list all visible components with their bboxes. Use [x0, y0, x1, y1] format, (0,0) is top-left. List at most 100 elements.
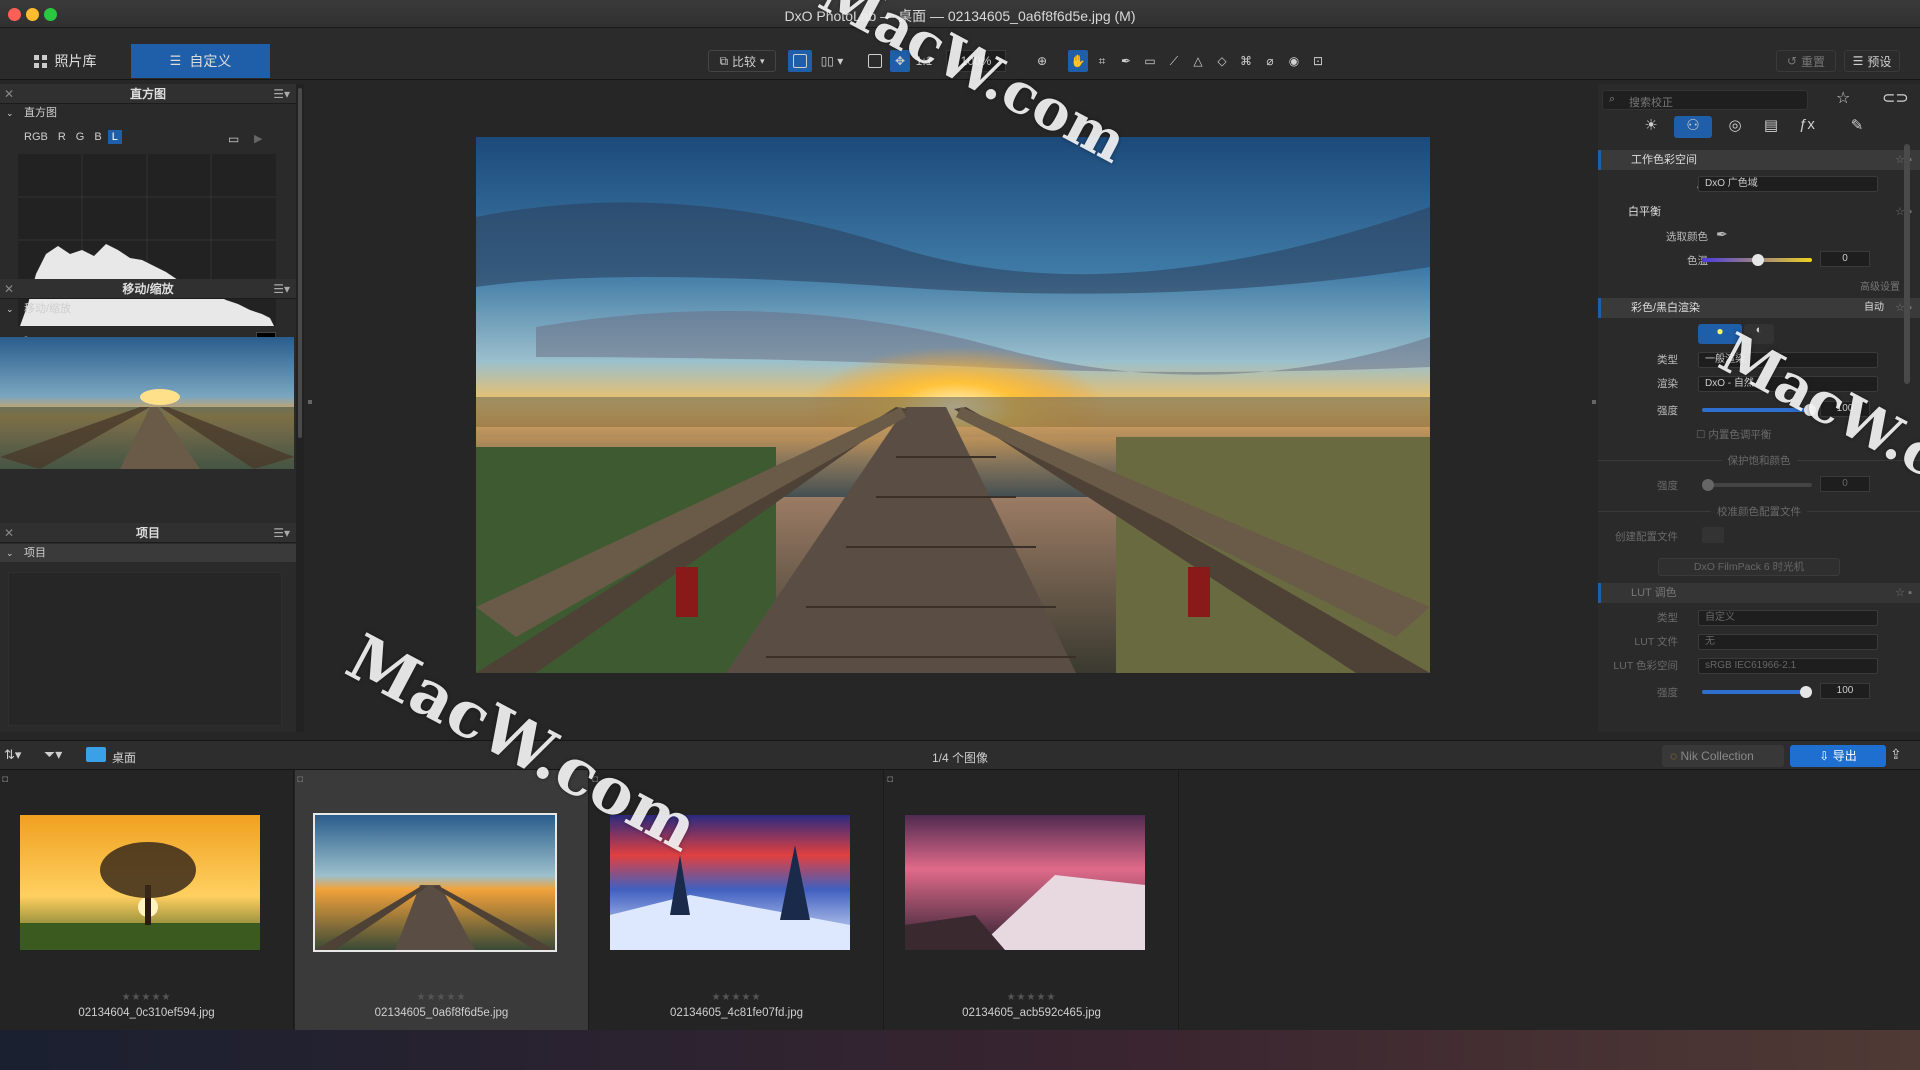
navigator-thumbnail[interactable] [0, 337, 294, 469]
hand-tool-button[interactable]: ✋ [1068, 50, 1088, 72]
tab-customize-label: 自定义 [189, 53, 232, 69]
split-view-icon: ▯▯ ▾ [820, 54, 844, 68]
perspective-tool-button[interactable]: ⟋ [1164, 50, 1184, 72]
share-icon[interactable]: ⇪ [1890, 746, 1902, 763]
channel-b-button[interactable]: B [90, 130, 105, 144]
tint-input[interactable]: 0 [1820, 251, 1870, 267]
panel-menu-icon[interactable]: ☰▾ [273, 279, 290, 299]
color-rendering-header[interactable]: 彩色/黑白渲染 自动 ☆ ▪ [1598, 298, 1920, 318]
histogram-panel-header: ✕ 直方图 ☰▾ [0, 84, 296, 104]
white-balance-header[interactable]: 白平衡 ☆ ▪ [1598, 202, 1920, 222]
left-collapse-handle[interactable] [308, 400, 312, 404]
color-rendering-mode[interactable]: 自动 [1864, 298, 1884, 318]
chevron-down-icon: ▾ [760, 55, 765, 66]
camera-icon: ◘ [297, 774, 304, 785]
light-palette-icon[interactable]: ☀ [1638, 116, 1664, 138]
thumbnail-image[interactable] [20, 815, 260, 950]
monitor-icon[interactable]: ▭ [228, 132, 239, 146]
advanced-settings-link[interactable]: 高级设置 [1598, 278, 1920, 293]
panel-menu-icon[interactable]: ☰▾ [273, 84, 290, 104]
thumbnail-image[interactable] [905, 815, 1145, 950]
right-panel-scrollbar[interactable] [1904, 144, 1910, 384]
working-color-space-header[interactable]: 工作色彩空间 ☆ ▪ [1598, 150, 1920, 170]
thumbnail-image[interactable] [313, 813, 557, 952]
rating-stars[interactable]: ★★★★★ [885, 992, 1178, 1003]
lut-header[interactable]: LUT 调色 ☆ ▪ [1598, 583, 1920, 603]
lut-intensity-input[interactable]: 100 [1820, 683, 1870, 699]
channel-g-button[interactable]: G [72, 130, 89, 144]
split-view-button[interactable]: ▯▯ ▾ [814, 50, 850, 72]
tab-customize[interactable]: ☰ 自定义 [131, 44, 270, 78]
histogram-section-header[interactable]: ⌄ 直方图 [0, 104, 296, 122]
search-corrections[interactable]: ⌕ 搜索校正 [1602, 90, 1808, 110]
lut-file-select[interactable]: 无 [1698, 634, 1878, 650]
detail-palette-icon[interactable]: ◎ [1722, 116, 1748, 138]
main-image[interactable] [476, 137, 1430, 673]
star-icon[interactable]: ☆ ▪ [1895, 583, 1912, 603]
lut-space-select[interactable]: sRGB IEC61966-2.1 [1698, 658, 1878, 674]
nik-collection-button[interactable]: ◌ Nik Collection [1662, 745, 1784, 767]
filmpack-button[interactable]: DxO FilmPack 6 时光机 [1658, 558, 1840, 576]
lut-type-select[interactable]: 自定义 [1698, 610, 1878, 626]
protect-intensity-slider[interactable] [1702, 479, 1812, 491]
star-icon[interactable]: ☆ [1836, 88, 1850, 108]
close-panel-icon[interactable]: ✕ [4, 84, 14, 104]
rating-stars[interactable]: ★★★★★ [0, 992, 293, 1003]
color-palette-icon[interactable]: ⚇ [1674, 116, 1712, 138]
projects-list[interactable] [8, 572, 282, 726]
geometry-palette-icon[interactable]: ▤ [1758, 116, 1784, 138]
protect-intensity-knob[interactable] [1702, 479, 1714, 491]
right-collapse-handle[interactable] [1592, 400, 1596, 404]
thumbnail-cell[interactable]: ◘ ★★★★★ 02134605_acb592c465.jpg [885, 770, 1179, 1030]
reset-button[interactable]: ↺ 重置 [1776, 50, 1836, 72]
nik-icon: ◌ [1670, 749, 1678, 763]
projects-panel-header: ✕ 项目 ☰▾ [0, 523, 296, 543]
perspective-icon: ⟋ [1169, 53, 1179, 68]
export-button[interactable]: ⇩ 导出 [1790, 745, 1886, 767]
create-profile-button[interactable] [1702, 527, 1724, 543]
local-adjust-icon: △ [1193, 54, 1203, 68]
close-panel-icon[interactable]: ✕ [4, 523, 14, 543]
rating-stars[interactable]: ★★★★★ [590, 992, 883, 1003]
tint-slider-knob[interactable] [1752, 254, 1764, 266]
single-view-button[interactable] [788, 50, 812, 72]
horizon-tool-button[interactable]: ▭ [1140, 50, 1160, 72]
compare-button[interactable]: ⧉ 比较 ▾ [708, 50, 776, 72]
channel-r-button[interactable]: R [54, 130, 70, 144]
eyedropper-icon[interactable]: ✒ [1716, 226, 1728, 243]
thumbnail-cell-selected[interactable]: ◘ ★★★★★ 02134605_0a6f8f6d5e.jpg [295, 770, 589, 1030]
gamut-warning-icon[interactable]: ▶ [254, 132, 262, 145]
close-panel-icon[interactable]: ✕ [4, 279, 14, 299]
local-adjust-tool-button[interactable]: △ [1188, 50, 1208, 72]
lut-intensity-slider[interactable] [1702, 686, 1812, 698]
preview-button[interactable]: ◉ [1284, 50, 1304, 72]
panel-menu-icon[interactable]: ☰▾ [273, 523, 290, 543]
version-select[interactable]: DxO 广色域 [1698, 176, 1878, 192]
effects-palette-icon[interactable]: ƒx [1794, 116, 1820, 138]
color-wheel-icon: ● [1716, 324, 1724, 338]
rating-stars[interactable]: ★★★★★ [295, 992, 588, 1003]
brush-palette-icon[interactable]: ✎ [1844, 116, 1870, 138]
crop-tool-button[interactable]: ⌗ [1092, 50, 1112, 72]
eyedropper-tool-button[interactable]: ✒ [1116, 50, 1136, 72]
protect-intensity-input[interactable]: 0 [1820, 476, 1870, 492]
tint-slider[interactable] [1702, 254, 1812, 266]
toggle-icon[interactable]: ⊂⊃ [1882, 88, 1909, 108]
presets-button[interactable]: ☰ 预设 [1844, 50, 1900, 72]
thumbnail-cell[interactable]: ◘ ★★★★★ 02134604_0c310ef594.jpg [0, 770, 294, 1030]
chevron-down-icon: ⌄ [6, 548, 14, 558]
split-compare-button[interactable]: ⊡ [1308, 50, 1328, 72]
left-panel-scrollbar[interactable] [298, 88, 302, 438]
repair-tool-button[interactable]: ⌀ [1260, 50, 1280, 72]
projects-section-header[interactable]: ⌄ 项目 [0, 544, 296, 562]
channel-rgb-button[interactable]: RGB [20, 130, 52, 144]
grid-tool-button[interactable]: ⌘ [1236, 50, 1256, 72]
tab-library[interactable]: 照片库 [0, 44, 130, 78]
lut-intensity-knob[interactable] [1800, 686, 1812, 698]
compare-label: 比较 [732, 54, 757, 69]
channel-l-button[interactable]: L [107, 130, 122, 144]
presets-icon: ☰ [1852, 54, 1864, 68]
move-zoom-section-header[interactable]: ⌄ 移动/缩放 [0, 300, 296, 318]
search-input: 搜索校正 [1629, 97, 1673, 109]
mask-tool-button[interactable]: ◇ [1212, 50, 1232, 72]
